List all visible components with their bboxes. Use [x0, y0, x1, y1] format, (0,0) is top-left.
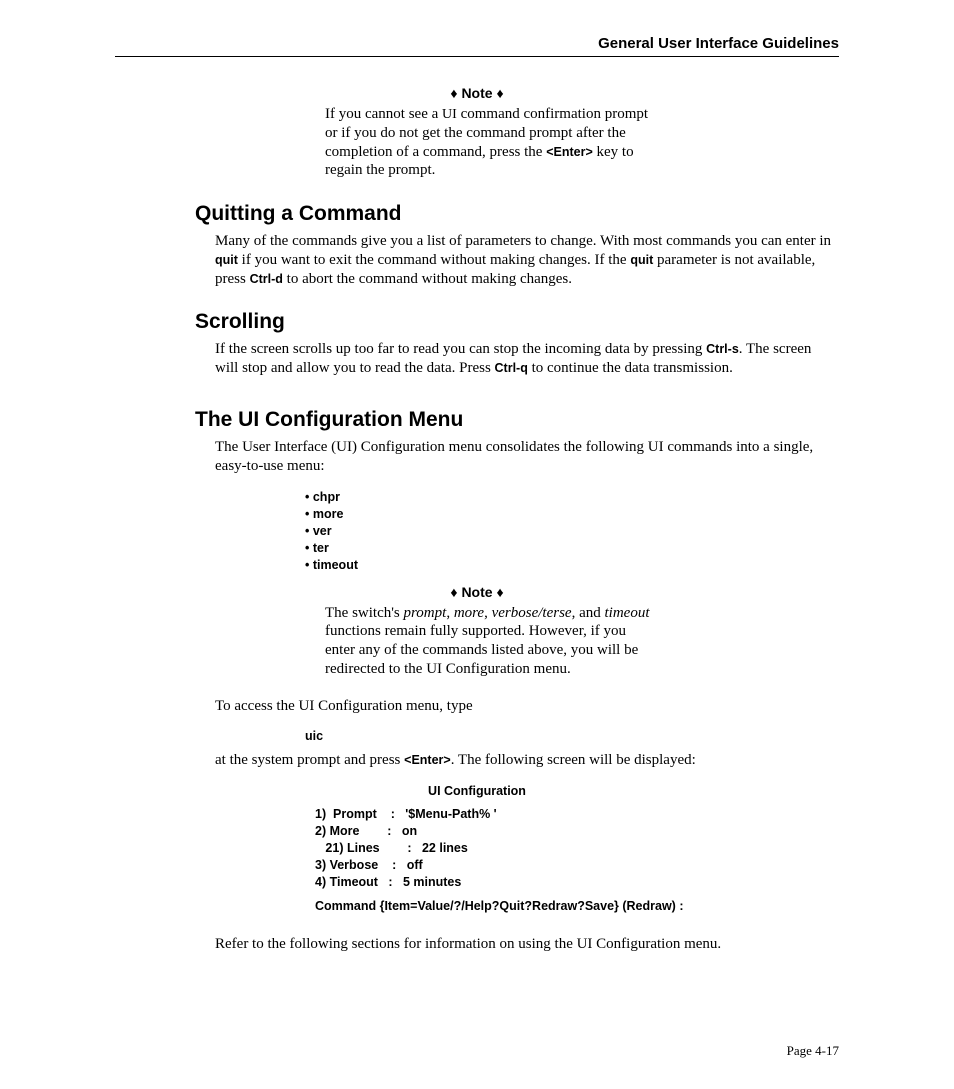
t: if you want to exit the command without …	[238, 252, 630, 268]
t: The switch's	[325, 605, 404, 621]
heading-scrolling: Scrolling	[195, 310, 839, 334]
t: to continue the data transmission.	[528, 360, 733, 376]
page-number: Page 4-17	[115, 1043, 839, 1059]
ctrl-d: Ctrl-d	[250, 272, 283, 286]
cmd-item: ter	[305, 540, 839, 557]
body-after-uic: at the system prompt and press <Enter>. …	[215, 751, 839, 770]
heading-quitting: Quitting a Command	[195, 202, 839, 226]
cmd-item: timeout	[305, 557, 839, 574]
body-refer: Refer to the following sections for info…	[215, 935, 839, 954]
quit-cmd: quit	[215, 253, 238, 267]
t: to abort the command without making chan…	[283, 271, 572, 287]
i: prompt	[404, 605, 447, 621]
t: . The following screen will be displayed…	[451, 752, 696, 768]
t: ,	[446, 605, 454, 621]
note-body-2: The switch's prompt, more, verbose/terse…	[325, 604, 659, 679]
quit-cmd-2: quit	[630, 253, 653, 267]
t: Many of the commands give you a list of …	[215, 233, 831, 249]
running-header: General User Interface Guidelines	[115, 35, 839, 57]
enter-key-2: <Enter>	[404, 753, 451, 767]
cmd-item: more	[305, 506, 839, 523]
heading-uiconfig: The UI Configuration Menu	[195, 408, 839, 432]
body-uiconfig-intro: The User Interface (UI) Configuration me…	[215, 438, 839, 476]
t: ,	[484, 605, 492, 621]
note-label: ♦ Note ♦	[115, 85, 839, 101]
screen-title: UI Configuration	[115, 784, 839, 798]
i: verbose/terse	[492, 605, 572, 621]
cmd-item: chpr	[305, 489, 839, 506]
t: , and	[572, 605, 605, 621]
page: General User Interface Guidelines ♦ Note…	[0, 0, 954, 1089]
t: at the system prompt and press	[215, 752, 404, 768]
ctrl-s: Ctrl-s	[706, 342, 739, 356]
uic-command: uic	[305, 729, 839, 743]
command-list: chpr more ver ter timeout	[305, 489, 839, 573]
body-access: To access the UI Configuration menu, typ…	[215, 697, 839, 716]
t: functions remain fully supported. Howeve…	[325, 623, 638, 677]
enter-key: <Enter>	[546, 145, 593, 159]
note-body: If you cannot see a UI command confirmat…	[325, 105, 659, 180]
body-scrolling: If the screen scrolls up too far to read…	[215, 340, 837, 378]
note-label-2: ♦ Note ♦	[115, 584, 839, 600]
cmd-item: ver	[305, 523, 839, 540]
body-quitting: Many of the commands give you a list of …	[215, 232, 837, 288]
ctrl-q: Ctrl-q	[495, 361, 528, 375]
screen-command-line: Command {Item=Value/?/Help?Quit?Redraw?S…	[315, 899, 839, 913]
screen-output: 1) Prompt : '$Menu-Path% ' 2) More : on …	[315, 806, 839, 890]
i: timeout	[605, 605, 650, 621]
t: If the screen scrolls up too far to read…	[215, 341, 706, 357]
i: more	[454, 605, 484, 621]
